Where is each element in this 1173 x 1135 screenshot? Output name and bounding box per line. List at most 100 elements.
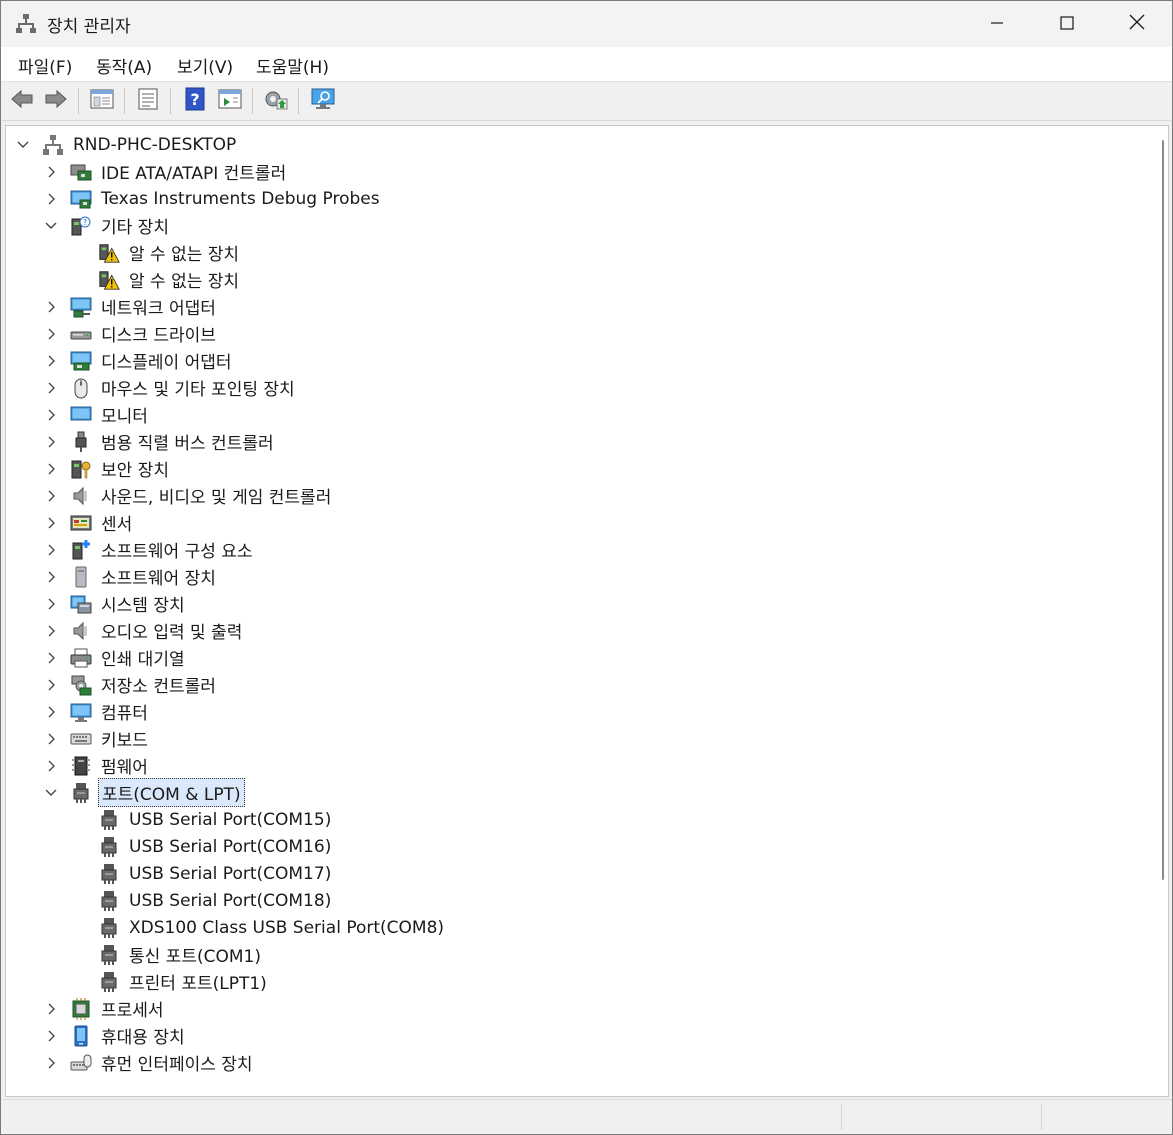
chevron-right-icon[interactable] xyxy=(42,163,60,181)
chevron-right-icon[interactable] xyxy=(42,460,60,478)
tree-item-label: 소프트웨어 구성 요소 xyxy=(101,542,253,562)
action-pane-button[interactable] xyxy=(216,87,244,115)
tree-category[interactable]: 펌웨어 xyxy=(42,752,151,779)
chevron-right-icon[interactable] xyxy=(42,379,60,397)
tree-device[interactable]: 프린터 포트(LPT1) xyxy=(70,968,270,995)
back-button[interactable] xyxy=(8,87,36,115)
device-tree[interactable]: RND-PHC-DESKTOP IDE ATA/ATAPI 컨트롤러 Texas I… xyxy=(5,125,1169,1097)
properties-button[interactable] xyxy=(134,87,162,115)
tree-item-label: 사운드, 비디오 및 게임 컨트롤러 xyxy=(101,488,332,508)
chevron-down-icon[interactable] xyxy=(42,217,60,235)
tree-category[interactable]: 컴퓨터 xyxy=(42,698,151,725)
maximize-button[interactable] xyxy=(1032,1,1102,47)
tree-category[interactable]: 디스크 드라이브 xyxy=(42,320,219,347)
help-button[interactable]: ? xyxy=(181,87,209,115)
tree-root[interactable]: RND-PHC-DESKTOP xyxy=(14,131,239,158)
chevron-right-icon[interactable] xyxy=(42,514,60,532)
tree-category[interactable]: 인쇄 대기열 xyxy=(42,644,188,671)
forward-button[interactable] xyxy=(42,87,70,115)
tree-category[interactable]: 소프트웨어 장치 xyxy=(42,563,219,590)
tree-category[interactable]: 소프트웨어 구성 요소 xyxy=(42,536,256,563)
chevron-right-icon[interactable] xyxy=(42,541,60,559)
chevron-right-icon[interactable] xyxy=(42,1000,60,1018)
port-icon xyxy=(98,944,120,966)
chevron-right-icon[interactable] xyxy=(42,568,60,586)
tree-category[interactable]: 저장소 컨트롤러 xyxy=(42,671,219,698)
vertical-scrollbar[interactable] xyxy=(1160,140,1166,880)
software-component-icon xyxy=(70,539,92,561)
chevron-right-icon[interactable] xyxy=(42,325,60,343)
tree-category[interactable]: 마우스 및 기타 포인팅 장치 xyxy=(42,374,298,401)
chevron-right-icon[interactable] xyxy=(42,730,60,748)
chevron-right-icon[interactable] xyxy=(42,757,60,775)
tree-category[interactable]: 오디오 입력 및 출력 xyxy=(42,617,245,644)
close-button[interactable] xyxy=(1102,1,1172,47)
update-driver-button[interactable] xyxy=(262,87,290,115)
tree-device[interactable]: 통신 포트(COM1) xyxy=(70,941,264,968)
chevron-right-icon[interactable] xyxy=(42,703,60,721)
chevron-right-icon[interactable] xyxy=(42,622,60,640)
tree-device[interactable]: USB Serial Port(COM16) xyxy=(70,833,334,860)
chevron-right-icon[interactable] xyxy=(42,649,60,667)
storage-controller-icon xyxy=(70,674,92,696)
tree-device[interactable]: 알 수 없는 장치 xyxy=(70,266,242,293)
tree-category[interactable]: 사운드, 비디오 및 게임 컨트롤러 xyxy=(42,482,334,509)
tree-item-label: 범용 직렬 버스 컨트롤러 xyxy=(101,434,274,454)
tree-category[interactable]: 모니터 xyxy=(42,401,151,428)
speaker-icon xyxy=(70,485,92,507)
chevron-right-icon[interactable] xyxy=(42,298,60,316)
tree-category[interactable]: 포트(COM & LPT) xyxy=(42,778,245,807)
tree-device[interactable]: USB Serial Port(COM15) xyxy=(70,806,334,833)
menu-action[interactable]: 동작(A) xyxy=(96,53,152,78)
chevron-right-icon[interactable] xyxy=(42,406,60,424)
system-device-icon xyxy=(70,593,92,615)
disk-drive-icon xyxy=(70,323,92,345)
tree-category[interactable]: 시스템 장치 xyxy=(42,590,188,617)
tree-device[interactable]: XDS100 Class USB Serial Port(COM8) xyxy=(70,914,447,941)
chevron-right-icon[interactable] xyxy=(42,1027,60,1045)
tree-category[interactable]: 보안 장치 xyxy=(42,455,172,482)
menu-help[interactable]: 도움말(H) xyxy=(256,53,329,78)
tree-category[interactable]: 센서 xyxy=(42,509,135,536)
chevron-right-icon[interactable] xyxy=(42,352,60,370)
tree-item-label: 센서 xyxy=(101,515,133,535)
keyboard-icon xyxy=(70,728,92,750)
chevron-right-icon[interactable] xyxy=(42,1054,60,1072)
chevron-right-icon[interactable] xyxy=(42,595,60,613)
tree-item-label: USB Serial Port(COM18) xyxy=(129,890,332,911)
tree-category[interactable]: 프로세서 xyxy=(42,995,167,1022)
chevron-down-icon[interactable] xyxy=(14,136,32,154)
chevron-right-icon[interactable] xyxy=(42,433,60,451)
tree-device[interactable]: USB Serial Port(COM18) xyxy=(70,887,334,914)
tree-category[interactable]: 네트워크 어댑터 xyxy=(42,293,219,320)
title-bar[interactable]: 장치 관리자 xyxy=(1,1,1172,47)
chevron-right-icon[interactable] xyxy=(42,676,60,694)
chevron-right-icon[interactable] xyxy=(42,190,60,208)
tree-item-label: 오디오 입력 및 출력 xyxy=(101,623,243,643)
scan-hardware-changes-button[interactable] xyxy=(309,87,337,115)
tree-category[interactable]: 디스플레이 어댑터 xyxy=(42,347,235,374)
tree-category[interactable]: IDE ATA/ATAPI 컨트롤러 xyxy=(42,158,289,185)
computer-icon xyxy=(70,701,92,723)
tree-category[interactable]: 휴대용 장치 xyxy=(42,1022,188,1049)
menu-view[interactable]: 보기(V) xyxy=(177,53,233,78)
tree-category[interactable]: 키보드 xyxy=(42,725,151,752)
arrow-left-icon xyxy=(10,89,34,113)
tree-device[interactable]: USB Serial Port(COM17) xyxy=(70,860,334,887)
tree-item-label: 통신 포트(COM1) xyxy=(129,947,261,967)
tree-category[interactable]: 범용 직렬 버스 컨트롤러 xyxy=(42,428,277,455)
tree-category[interactable]: 휴먼 인터페이스 장치 xyxy=(42,1049,256,1076)
show-hide-console-tree-button[interactable] xyxy=(88,87,116,115)
tree-device[interactable]: 알 수 없는 장치 xyxy=(70,239,242,266)
minimize-button[interactable] xyxy=(962,1,1032,47)
chevron-right-icon[interactable] xyxy=(42,487,60,505)
menu-file[interactable]: 파일(F) xyxy=(18,53,72,78)
tree-category[interactable]: ? 기타 장치 xyxy=(42,212,172,239)
chevron-down-icon[interactable] xyxy=(42,784,60,802)
minimize-icon xyxy=(990,15,1004,34)
svg-text:?: ? xyxy=(190,90,199,109)
tree-category[interactable]: Texas Instruments Debug Probes xyxy=(42,185,383,212)
